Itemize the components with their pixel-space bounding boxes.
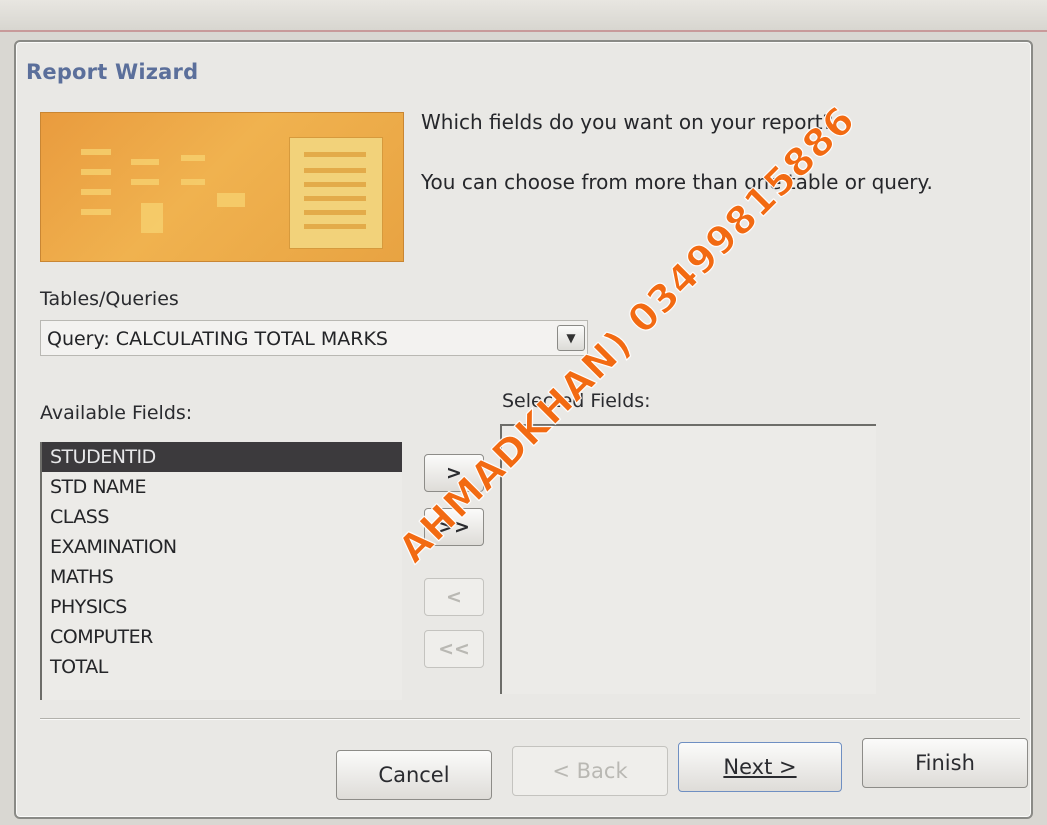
tables-queries-value: Query: CALCULATING TOTAL MARKS (47, 328, 388, 350)
list-item[interactable]: TOTAL (42, 652, 402, 682)
tables-queries-label: Tables/Queries (40, 288, 179, 310)
cancel-button[interactable]: Cancel (336, 750, 492, 800)
window-title: Report Wizard (26, 60, 199, 84)
prompt-question: Which fields do you want on your report? (421, 110, 834, 134)
list-item[interactable]: CLASS (42, 502, 402, 532)
finish-button-label: Finish (915, 751, 975, 775)
footer-divider (40, 718, 1020, 720)
list-item[interactable]: STD NAME (42, 472, 402, 502)
remove-all-fields-button[interactable]: << (424, 630, 484, 668)
wizard-banner-image (40, 112, 404, 262)
list-item[interactable]: EXAMINATION (42, 532, 402, 562)
selected-fields-list[interactable] (500, 424, 876, 694)
prompt-hint: You can choose from more than one table … (421, 170, 933, 194)
chevron-down-icon[interactable]: ▼ (557, 325, 585, 351)
tables-queries-combo[interactable]: Query: CALCULATING TOTAL MARKS ▼ (40, 320, 588, 356)
available-fields-list[interactable]: STUDENTID STD NAME CLASS EXAMINATION MAT… (40, 442, 402, 700)
remove-field-button[interactable]: < (424, 578, 484, 616)
available-fields-label: Available Fields: (40, 402, 193, 424)
list-item[interactable]: MATHS (42, 562, 402, 592)
finish-button[interactable]: Finish (862, 738, 1028, 788)
list-item[interactable]: COMPUTER (42, 622, 402, 652)
list-item[interactable]: STUDENTID (42, 442, 402, 472)
list-item[interactable]: PHYSICS (42, 592, 402, 622)
next-button[interactable]: Next > (678, 742, 842, 792)
back-button[interactable]: < Back (512, 746, 668, 796)
background-strip (0, 0, 1047, 32)
next-button-label: Next > (723, 755, 797, 779)
